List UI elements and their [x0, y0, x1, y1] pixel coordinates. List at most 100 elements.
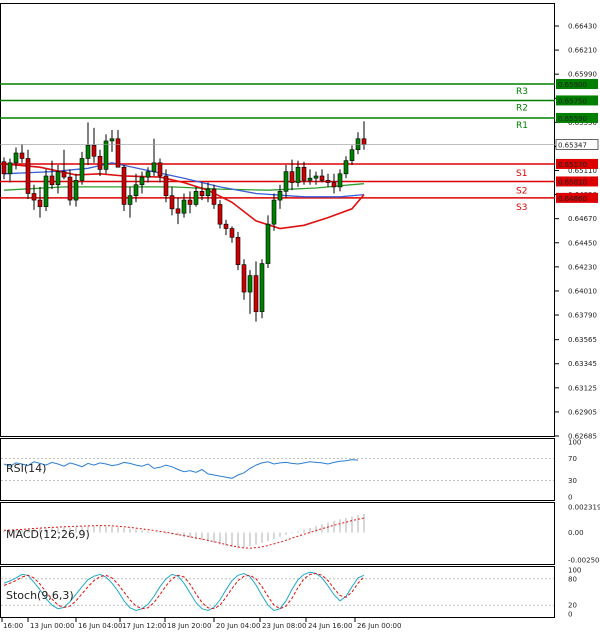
- stoch-tick-label: 80: [568, 575, 577, 583]
- candle-up: [193, 191, 199, 205]
- level-name-r1: R1: [516, 121, 528, 131]
- candle-down: [157, 162, 163, 177]
- candle-up: [265, 223, 271, 264]
- candle-down: [289, 171, 295, 183]
- candle-up: [343, 160, 349, 175]
- candle-up: [271, 199, 277, 225]
- level-price-value: 0.65750: [558, 97, 587, 105]
- stoch-label: Stoch(9,6,3): [6, 589, 74, 602]
- candle-up: [133, 184, 139, 196]
- time-tick-label: 18 Jun 20:00: [167, 622, 211, 630]
- price-tick-label: 0.63790: [568, 312, 597, 320]
- candle-up: [307, 177, 313, 181]
- price-tick-label: 0.64230: [568, 263, 597, 271]
- candle-down: [91, 145, 97, 157]
- price-tick-label: 0.63125: [568, 384, 597, 392]
- candle-down: [325, 180, 331, 183]
- candle-up: [79, 158, 85, 181]
- price-tick-label: 0.64450: [568, 239, 597, 247]
- rsi-tick-label: 100: [568, 439, 581, 447]
- candle-up: [181, 199, 187, 214]
- candle-down: [199, 191, 205, 196]
- rsi-tick-label: 30: [568, 477, 577, 485]
- current-price-value: 0.65347: [558, 142, 587, 150]
- level-name-s1: S1: [516, 169, 527, 179]
- candle-down: [187, 199, 193, 205]
- level-price-value: 0.65900: [558, 81, 587, 89]
- candle-down: [1, 161, 7, 175]
- candle-down: [223, 223, 229, 229]
- level-price-value: 0.64860: [558, 195, 587, 203]
- macd-tick-label: 0.002319: [568, 504, 600, 512]
- candle-down: [175, 208, 181, 214]
- candle-up: [283, 171, 289, 192]
- candle-down: [301, 166, 307, 181]
- stoch-tick-label: 20: [568, 602, 577, 610]
- candle-up: [205, 188, 211, 196]
- price-tick-label: 0.63345: [568, 360, 597, 368]
- candle-down: [229, 228, 235, 238]
- time-tick-label: 17 Jun 12:00: [122, 622, 166, 630]
- time-tick-label: 23 Jun 08:00: [262, 622, 306, 630]
- candle-up: [313, 175, 319, 179]
- stoch-tick-label: 100: [568, 567, 581, 575]
- candle-up: [247, 275, 253, 293]
- candle-down: [37, 199, 43, 207]
- candle-up: [259, 263, 265, 313]
- time-tick-label: 20 Jun 04:00: [216, 622, 260, 630]
- forex-chart: R3R2R1S1S2S3 0.664300.662100.659900.6577…: [0, 0, 600, 634]
- level-name-s2: S2: [516, 186, 527, 196]
- candle-up: [127, 195, 133, 205]
- candle-down: [115, 138, 121, 168]
- rsi-label: RSI(14): [6, 462, 46, 475]
- candle-down: [235, 236, 241, 265]
- candle-up: [55, 171, 61, 186]
- rsi-tick-label: 70: [568, 455, 577, 463]
- candle-up: [7, 162, 13, 175]
- candle-down: [19, 152, 25, 159]
- macd-label: MACD(12;26,9): [6, 528, 90, 541]
- candle-down: [31, 193, 37, 201]
- candle-down: [121, 166, 127, 205]
- candle-down: [169, 195, 175, 210]
- time-tick-label: 16 Jun 04:00: [78, 622, 122, 630]
- candle-up: [349, 149, 355, 161]
- candle-down: [331, 182, 337, 188]
- macd-tick-label: -0.002504: [568, 557, 600, 565]
- level-name-r3: R3: [516, 87, 528, 97]
- rsi-tick-label: 0: [568, 494, 572, 502]
- candle-down: [25, 158, 31, 194]
- candle-up: [277, 191, 283, 201]
- candle-up: [139, 176, 145, 186]
- candle-down: [67, 176, 73, 201]
- candle-down: [241, 264, 247, 293]
- candle-up: [85, 145, 91, 159]
- candle-down: [97, 155, 103, 170]
- candle-up: [355, 138, 361, 151]
- candle-down: [217, 204, 223, 225]
- time-tick-label: 16:00: [3, 622, 23, 630]
- macd-tick-label: 0.00: [568, 529, 584, 537]
- time-tick-label: 24 Jun 16:00: [308, 622, 352, 630]
- candle-up: [109, 138, 115, 142]
- price-tick-label: 0.63565: [568, 336, 597, 344]
- price-tick-label: 0.64670: [568, 215, 597, 223]
- candle-up: [103, 140, 109, 170]
- price-tick-label: 0.65990: [568, 71, 597, 79]
- level-price-value: 0.65590: [558, 115, 587, 123]
- price-tick-label: 0.66430: [568, 23, 597, 31]
- candle-up: [145, 171, 151, 178]
- level-price-value: 0.65010: [558, 178, 587, 186]
- time-tick-label: 26 Jun 00:00: [357, 622, 401, 630]
- candle-down: [361, 138, 367, 145]
- price-tick-label: 0.66210: [568, 47, 597, 55]
- candle-up: [13, 152, 19, 164]
- candle-up: [151, 162, 157, 172]
- level-name-r2: R2: [516, 103, 528, 113]
- candle-down: [211, 188, 217, 205]
- time-tick-label: 13 Jun 00:00: [30, 622, 74, 630]
- candle-down: [253, 275, 259, 313]
- candle-up: [295, 166, 301, 183]
- candle-up: [43, 175, 49, 207]
- candle-up: [73, 180, 79, 201]
